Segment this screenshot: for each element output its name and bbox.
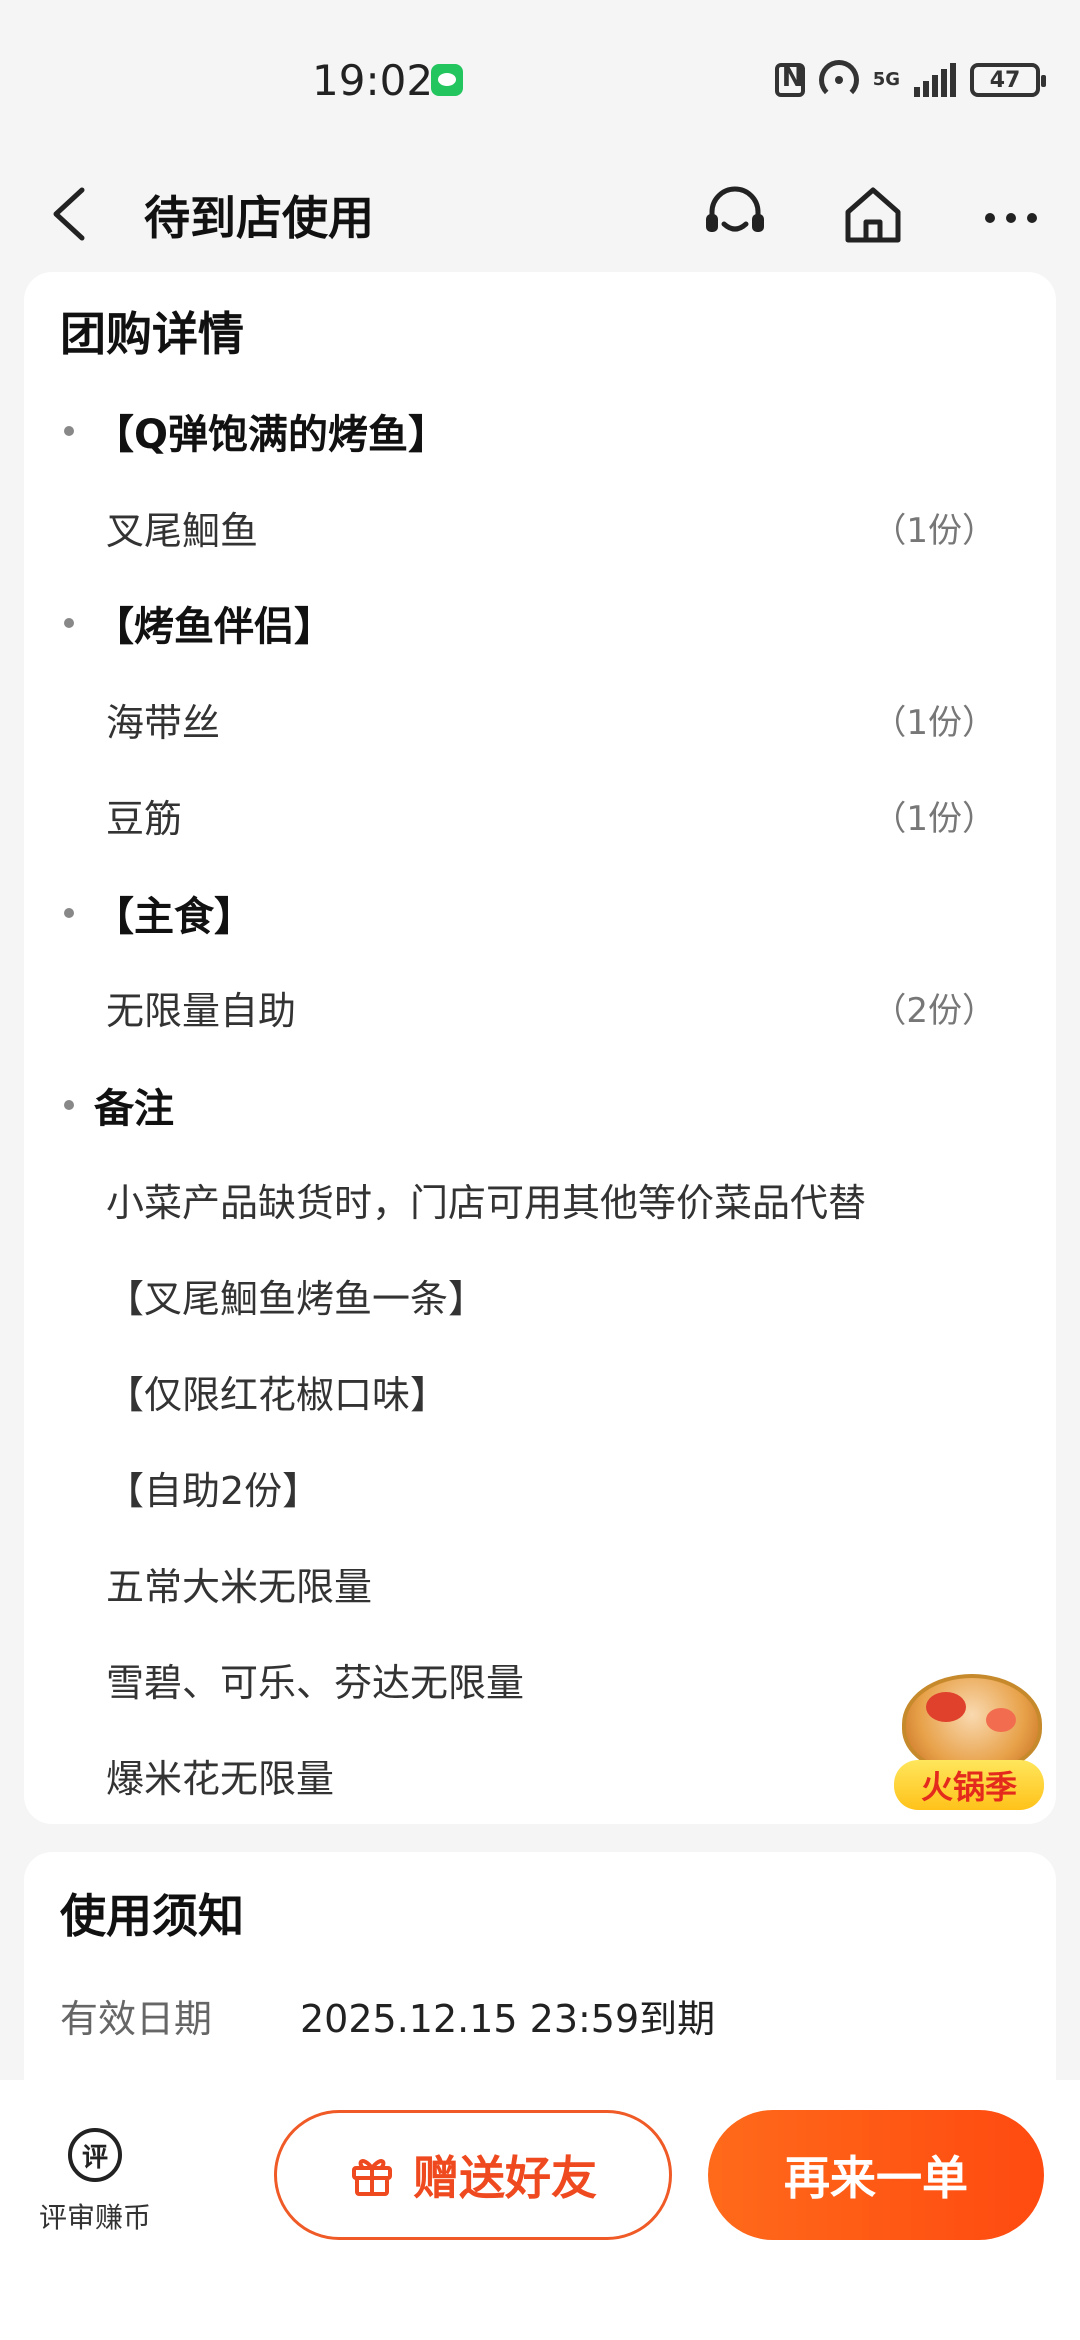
gift-friend-button[interactable]: 赠送好友 bbox=[274, 2110, 672, 2240]
list-item: 豆筋 （1份） bbox=[106, 788, 996, 843]
notes-title: 备注 bbox=[94, 1086, 174, 1132]
section-header: 【主食】 bbox=[60, 884, 254, 942]
wechat-icon bbox=[431, 64, 463, 96]
item-qty: （1份） bbox=[872, 799, 996, 839]
status-icons: 5G 47 bbox=[774, 58, 1046, 102]
bullet bbox=[64, 426, 74, 436]
item-qty: （1份） bbox=[872, 703, 996, 743]
item-qty: （1份） bbox=[872, 511, 996, 551]
review-earn-button[interactable]: 评 评审赚币 bbox=[20, 2126, 170, 2246]
section-header: 【Q弹饱满的烤鱼】 bbox=[60, 402, 448, 460]
deal-details-card: 团购详情 【Q弹饱满的烤鱼】 叉尾鮰鱼 （1份） 【烤鱼伴侣】 海带丝 （1份）… bbox=[24, 272, 1056, 1824]
bullet bbox=[64, 908, 74, 918]
hotpot-season-badge[interactable]: 火锅季 bbox=[892, 1668, 1048, 1816]
gift-icon bbox=[352, 2159, 392, 2196]
note-line: 【自助2份】 bbox=[106, 1469, 321, 1513]
battery-icon: 47 bbox=[970, 63, 1046, 97]
list-item: 无限量自助 （2份） bbox=[106, 980, 996, 1035]
page-title: 待到店使用 bbox=[144, 191, 374, 245]
validity-label: 有效日期 bbox=[60, 1997, 213, 2041]
review-label: 评审赚币 bbox=[38, 2201, 151, 2234]
bullet bbox=[64, 618, 74, 628]
section-header: 【烤鱼伴侣】 bbox=[60, 594, 334, 652]
usage-card: 使用须知 有效日期 2025.12.15 23:59到期 bbox=[24, 1852, 1056, 2112]
network-type: 5G bbox=[872, 69, 900, 90]
list-item: 叉尾鮰鱼 （1份） bbox=[106, 500, 996, 555]
note-line: 爆米花无限量 bbox=[106, 1757, 335, 1801]
deal-details-title: 团购详情 bbox=[60, 307, 244, 361]
bullet bbox=[64, 1100, 74, 1110]
app-header: 待到店使用 bbox=[0, 160, 1080, 270]
signal-icon bbox=[914, 63, 956, 97]
more-icon[interactable] bbox=[976, 180, 1046, 250]
usage-title: 使用须知 bbox=[60, 1889, 244, 1943]
validity-value: 2025.12.15 23:59到期 bbox=[300, 1997, 716, 2041]
back-icon[interactable] bbox=[48, 186, 92, 242]
item-name: 叉尾鮰鱼 bbox=[106, 509, 259, 553]
gift-label: 赠送好友 bbox=[413, 2151, 597, 2205]
list-item: 海带丝 （1份） bbox=[106, 692, 996, 747]
note-line: 【仅限红花椒口味】 bbox=[106, 1373, 449, 1417]
home-icon[interactable] bbox=[838, 180, 908, 250]
section-title: 【烤鱼伴侣】 bbox=[94, 604, 334, 650]
nfc-icon bbox=[774, 63, 805, 97]
bottom-action-bar: 评 评审赚币 赠送好友 再来一单 bbox=[0, 2080, 1080, 2340]
item-name: 海带丝 bbox=[106, 701, 221, 745]
status-bar: 19:02 5G 47 bbox=[0, 0, 1080, 160]
order-again-label: 再来一单 bbox=[784, 2151, 968, 2205]
item-name: 豆筋 bbox=[106, 797, 183, 841]
badge-label: 火锅季 bbox=[894, 1760, 1044, 1810]
section-title: 【主食】 bbox=[94, 894, 254, 940]
review-icon: 评 bbox=[68, 2128, 122, 2182]
note-line: 【叉尾鮰鱼烤鱼一条】 bbox=[106, 1277, 487, 1321]
hotpot-icon bbox=[902, 1674, 1042, 1774]
customer-service-icon[interactable] bbox=[700, 180, 770, 250]
hotspot-icon bbox=[818, 60, 859, 100]
notes-header: 备注 bbox=[60, 1076, 174, 1134]
item-name: 无限量自助 bbox=[106, 989, 297, 1033]
order-again-button[interactable]: 再来一单 bbox=[708, 2110, 1044, 2240]
note-line: 小菜产品缺货时，门店可用其他等价菜品代替 bbox=[106, 1181, 867, 1225]
section-title: 【Q弹饱满的烤鱼】 bbox=[94, 412, 449, 458]
note-line: 五常大米无限量 bbox=[106, 1565, 373, 1609]
status-time: 19:02 bbox=[312, 56, 434, 105]
note-line: 雪碧、可乐、芬达无限量 bbox=[106, 1661, 525, 1705]
item-qty: （2份） bbox=[872, 991, 996, 1031]
